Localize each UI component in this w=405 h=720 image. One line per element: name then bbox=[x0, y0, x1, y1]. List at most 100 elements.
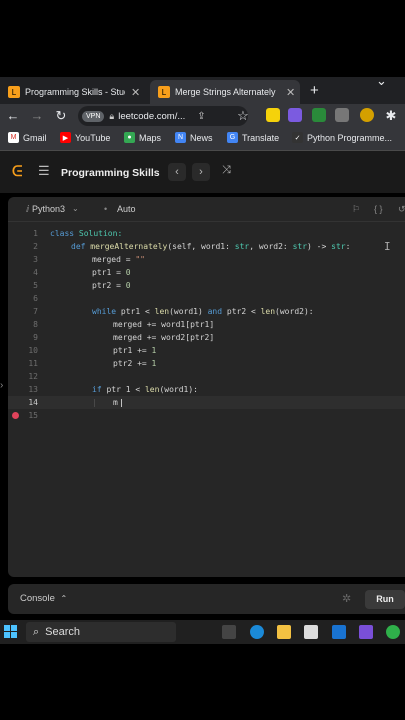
bookmark-label: Translate bbox=[242, 132, 280, 143]
code-line: 9 merged += word2[ptr2] bbox=[8, 331, 405, 344]
problem-list-icon[interactable]: ☰ bbox=[38, 163, 50, 179]
bookmark-label: News bbox=[190, 132, 213, 143]
console-label: Console bbox=[20, 593, 55, 604]
code-line: 15 bbox=[8, 409, 405, 422]
store-icon[interactable] bbox=[304, 625, 318, 639]
terminal-icon[interactable] bbox=[222, 625, 236, 639]
back-arrow-icon[interactable]: ← bbox=[6, 109, 20, 123]
page-title[interactable]: Programming Skills bbox=[61, 167, 160, 179]
tab-merge-strings[interactable]: L Merge Strings Alternately ✕ bbox=[150, 80, 300, 104]
extension-plus-icon[interactable] bbox=[312, 108, 326, 122]
bookmark-translate[interactable]: G Translate bbox=[227, 132, 279, 143]
maps-pin-icon: ● bbox=[124, 132, 135, 143]
tab-search-chevron-icon[interactable]: ⌄ bbox=[376, 73, 387, 89]
code-token: mergeAlternately bbox=[90, 242, 168, 251]
bookmark-news[interactable]: N News bbox=[175, 132, 213, 143]
expand-panel-icon[interactable]: › bbox=[0, 380, 3, 391]
file-explorer-icon[interactable] bbox=[277, 625, 291, 639]
bookmark-python[interactable]: ✓ Python Programme... bbox=[292, 132, 392, 143]
caret: | bbox=[119, 398, 124, 407]
code-line: 13 if ptr 1 < len(word1): bbox=[8, 383, 405, 396]
chrome-icon[interactable] bbox=[386, 625, 400, 639]
line-number: 15 bbox=[28, 411, 38, 420]
bookmarks-bar: M Gmail ▶ YouTube ● Maps N News G Transl… bbox=[0, 128, 405, 151]
line-number: 6 bbox=[33, 294, 38, 303]
code-line: 12 bbox=[8, 370, 405, 383]
code-token: str bbox=[234, 242, 250, 251]
omnibox[interactable]: VPN 🔒︎ leetcode.com/... ⇪ bbox=[78, 106, 248, 126]
browser-tab-strip: L Programming Skills - Stud ✕ L Merge St… bbox=[0, 73, 405, 104]
leetcode-header: ᕮ ☰ Programming Skills ‹ › ⤨ bbox=[0, 151, 405, 193]
code-editor-panel: ⅈ Python3 ⌄ • Auto ⚐ { } ↺ 1 class Solut… bbox=[8, 197, 405, 577]
code-token: , word2: bbox=[249, 242, 293, 251]
teams-icon[interactable] bbox=[359, 625, 373, 639]
extension-puzzle-icon[interactable] bbox=[288, 108, 302, 122]
code-token: if bbox=[92, 385, 107, 394]
tab-label: Merge Strings Alternately bbox=[175, 87, 276, 97]
code-token: 1 bbox=[151, 346, 157, 355]
format-braces-icon[interactable]: { } bbox=[374, 204, 383, 214]
editor-toolbar: ⅈ Python3 ⌄ • Auto ⚐ { } ↺ bbox=[8, 197, 405, 222]
reload-icon[interactable]: ↻ bbox=[54, 109, 68, 123]
code-line: 4 ptr1 = 0 bbox=[8, 266, 405, 279]
bookmark-maps[interactable]: ● Maps bbox=[124, 132, 161, 143]
extension-notes-icon[interactable] bbox=[266, 108, 280, 122]
code-token: Solution: bbox=[78, 229, 123, 238]
prev-problem-button[interactable]: ‹ bbox=[168, 163, 186, 181]
code-token: ptr2 += bbox=[113, 359, 152, 368]
code-token: ) -> bbox=[307, 242, 332, 251]
lock-icon[interactable]: 🔒︎ bbox=[109, 111, 114, 122]
debug-icon[interactable]: ✲ bbox=[342, 592, 351, 605]
code-token: def bbox=[71, 242, 91, 251]
line-number: 8 bbox=[33, 320, 38, 329]
url-text[interactable]: leetcode.com/... bbox=[118, 111, 185, 122]
leetcode-favicon-icon: L bbox=[158, 86, 170, 98]
code-token: m bbox=[113, 398, 118, 407]
code-token: merged += word2[ptr2] bbox=[113, 333, 215, 342]
bookmark-label: YouTube bbox=[75, 132, 111, 143]
bookmark-youtube[interactable]: ▶ YouTube bbox=[60, 132, 110, 143]
tab-programming-skills[interactable]: L Programming Skills - Stud ✕ bbox=[0, 80, 150, 104]
code-token: ptr1 < bbox=[120, 307, 155, 316]
code-token: len bbox=[260, 307, 276, 316]
taskbar-search-box[interactable]: ⌕ Search bbox=[26, 622, 176, 642]
close-tab-icon[interactable]: ✕ bbox=[131, 86, 140, 99]
code-token: merged = bbox=[92, 255, 136, 264]
vpn-badge[interactable]: VPN bbox=[82, 110, 105, 122]
edge-icon[interactable] bbox=[250, 625, 264, 639]
shuffle-icon[interactable]: ⤨ bbox=[222, 164, 231, 177]
code-line: 3 merged = "" bbox=[8, 253, 405, 266]
tab-label: Programming Skills - Stud bbox=[25, 87, 125, 97]
code-token: (word2): bbox=[275, 307, 314, 316]
new-tab-button[interactable]: + bbox=[310, 82, 319, 99]
extension-bulb-icon[interactable] bbox=[360, 108, 374, 122]
console-toggle[interactable]: Console ⌃ bbox=[20, 593, 67, 604]
code-icon: ⅈ bbox=[26, 204, 30, 214]
windows-taskbar: ⌕ Search bbox=[0, 620, 405, 644]
windows-start-icon[interactable] bbox=[4, 625, 17, 638]
bookmark-star-icon[interactable]: ☆ bbox=[236, 109, 250, 123]
next-problem-button[interactable]: › bbox=[192, 163, 210, 181]
line-number: 7 bbox=[33, 307, 38, 316]
forward-arrow-icon[interactable]: → bbox=[30, 109, 44, 123]
run-button[interactable]: Run bbox=[365, 590, 405, 609]
reset-icon[interactable]: ↺ bbox=[398, 204, 405, 215]
leetcode-logo-icon[interactable]: ᕮ bbox=[12, 163, 22, 180]
code-token: str bbox=[331, 242, 346, 251]
mail-icon[interactable] bbox=[332, 625, 346, 639]
bookmark-icon[interactable]: ⚐ bbox=[352, 204, 360, 215]
code-token: len bbox=[144, 385, 160, 394]
breakpoint-icon[interactable] bbox=[12, 412, 19, 419]
language-chevron-icon[interactable]: ⌄ bbox=[72, 204, 79, 213]
code-token: and bbox=[207, 307, 227, 316]
line-number: 1 bbox=[33, 229, 38, 238]
search-label: Search bbox=[45, 626, 81, 638]
extension-camera-icon[interactable] bbox=[335, 108, 349, 122]
share-icon[interactable]: ⇪ bbox=[197, 111, 205, 122]
bookmark-gmail[interactable]: M Gmail bbox=[8, 132, 47, 143]
close-tab-icon[interactable]: ✕ bbox=[286, 86, 295, 99]
code-line: 2 def mergeAlternately(self, word1: str,… bbox=[8, 240, 405, 253]
extensions-puzzle-icon[interactable]: ✱ bbox=[384, 109, 398, 123]
bookmark-label: Maps bbox=[139, 132, 162, 143]
language-select[interactable]: Python3 bbox=[32, 204, 65, 214]
